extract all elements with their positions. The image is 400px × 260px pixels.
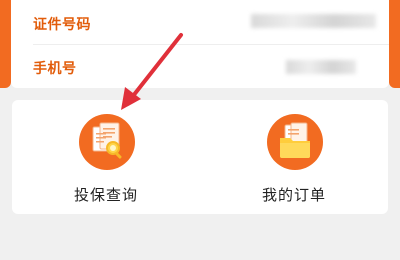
folder-documents-icon bbox=[267, 114, 323, 170]
policy-query-label: 投保查询 bbox=[73, 186, 138, 204]
info-card: 证件号码 手机号 bbox=[11, 0, 389, 88]
accent-bar-left bbox=[0, 0, 11, 88]
phone-row: 手机号 bbox=[11, 44, 389, 88]
phone-label: 手机号 bbox=[33, 61, 77, 77]
document-search-icon bbox=[79, 114, 135, 170]
policy-query-button[interactable]: 投保查询 bbox=[12, 100, 200, 214]
id-number-value-blurred bbox=[251, 14, 376, 28]
accent-bar-right bbox=[389, 0, 400, 88]
quick-actions-card: 投保查询 我的订单 bbox=[12, 100, 388, 214]
phone-value-blurred bbox=[286, 60, 356, 74]
my-orders-label: 我的订单 bbox=[261, 186, 326, 204]
id-number-label: 证件号码 bbox=[33, 17, 91, 33]
id-number-row: 证件号码 bbox=[11, 0, 389, 44]
my-orders-button[interactable]: 我的订单 bbox=[200, 100, 388, 214]
